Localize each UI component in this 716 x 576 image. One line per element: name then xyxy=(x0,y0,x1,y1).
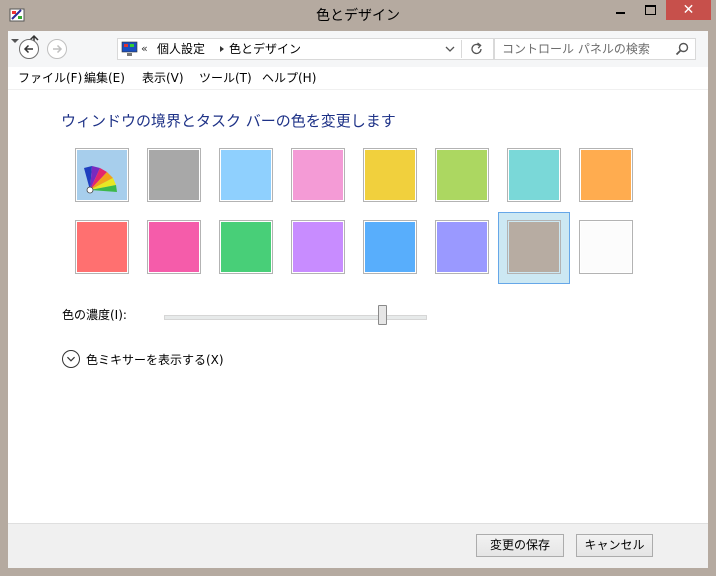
color-intensity-slider-track[interactable] xyxy=(164,315,427,320)
address-bar[interactable]: « 個人設定 色とデザイン xyxy=(117,38,494,60)
swatch-red[interactable] xyxy=(75,220,129,274)
maximize-icon xyxy=(644,5,656,15)
search-input[interactable]: コントロール パネルの検索 xyxy=(502,39,650,59)
show-color-mixer-link[interactable]: 色ミキサーを表示する(X) xyxy=(86,351,224,368)
page-heading: ウィンドウの境界とタスク バーの色を変更します xyxy=(61,112,396,130)
breadcrumb-separator-icon[interactable] xyxy=(220,46,224,52)
cancel-button[interactable]: キャンセル xyxy=(576,534,653,557)
color-intensity-slider-thumb[interactable] xyxy=(378,305,387,325)
swatch-orange[interactable] xyxy=(579,148,633,202)
swatch-taupe[interactable] xyxy=(507,220,561,274)
chevron-down-icon[interactable] xyxy=(62,350,80,368)
swatch-sky-blue[interactable] xyxy=(219,148,273,202)
minimize-button[interactable] xyxy=(606,0,634,20)
swatch-teal[interactable] xyxy=(507,148,561,202)
swatch-pink[interactable] xyxy=(291,148,345,202)
menu-tools[interactable]: ツール(T) xyxy=(199,67,252,89)
swatch-white[interactable] xyxy=(579,220,633,274)
swatch-violet[interactable] xyxy=(435,220,489,274)
save-changes-button[interactable]: 変更の保存 xyxy=(476,534,564,557)
menu-help[interactable]: ヘルプ(H) xyxy=(262,67,316,89)
address-divider xyxy=(461,40,462,58)
maximize-button[interactable] xyxy=(636,0,664,20)
menu-edit[interactable]: 編集(E) xyxy=(84,67,125,89)
window: 色とデザイン ✕ « 個人設定 色とデザイン コントロール パネルの検索 ファイ… xyxy=(0,0,716,576)
swatch-gray[interactable] xyxy=(147,148,201,202)
breadcrumb-color-and-appearance[interactable]: 色とデザイン xyxy=(229,39,301,59)
swatch-green[interactable] xyxy=(219,220,273,274)
swatch-blue[interactable] xyxy=(363,220,417,274)
color-intensity-label: 色の濃度(I): xyxy=(62,308,127,322)
title-bar[interactable]: 色とデザイン ✕ xyxy=(0,0,716,32)
control-panel-icon xyxy=(121,41,138,56)
back-arrow-icon[interactable] xyxy=(18,38,40,60)
breadcrumb-personalization[interactable]: 個人設定 xyxy=(157,39,205,59)
address-overflow-chevron[interactable]: « xyxy=(141,39,148,59)
client-area: « 個人設定 色とデザイン コントロール パネルの検索 ファイル(F) 編集(E… xyxy=(8,31,708,568)
color-fan-icon xyxy=(84,166,117,194)
menu-file[interactable]: ファイル(F) xyxy=(18,67,82,89)
swatch-purple[interactable] xyxy=(291,220,345,274)
search-box[interactable]: コントロール パネルの検索 xyxy=(494,38,696,60)
swatch-magenta[interactable] xyxy=(147,220,201,274)
menu-bar: ファイル(F) 編集(E) 表示(V) ツール(T) ヘルプ(H) xyxy=(8,67,708,89)
content-pane: ウィンドウの境界とタスク バーの色を変更します 色の濃度(I): 色ミキサーを表… xyxy=(8,89,708,523)
close-icon: ✕ xyxy=(682,2,695,18)
swatch-yellow[interactable] xyxy=(363,148,417,202)
forward-arrow-icon[interactable] xyxy=(46,38,68,60)
swatch-lime[interactable] xyxy=(435,148,489,202)
navigation-bar: « 個人設定 色とデザイン コントロール パネルの検索 xyxy=(8,31,708,67)
swatch-automatic[interactable] xyxy=(75,148,129,202)
minimize-icon xyxy=(615,12,625,14)
menu-view[interactable]: 表示(V) xyxy=(142,67,184,89)
address-dropdown-icon[interactable] xyxy=(442,39,458,59)
search-icon[interactable] xyxy=(675,42,689,56)
refresh-icon[interactable] xyxy=(464,39,490,59)
close-button[interactable]: ✕ xyxy=(666,0,711,20)
footer-bar: 変更の保存 キャンセル xyxy=(8,523,708,568)
